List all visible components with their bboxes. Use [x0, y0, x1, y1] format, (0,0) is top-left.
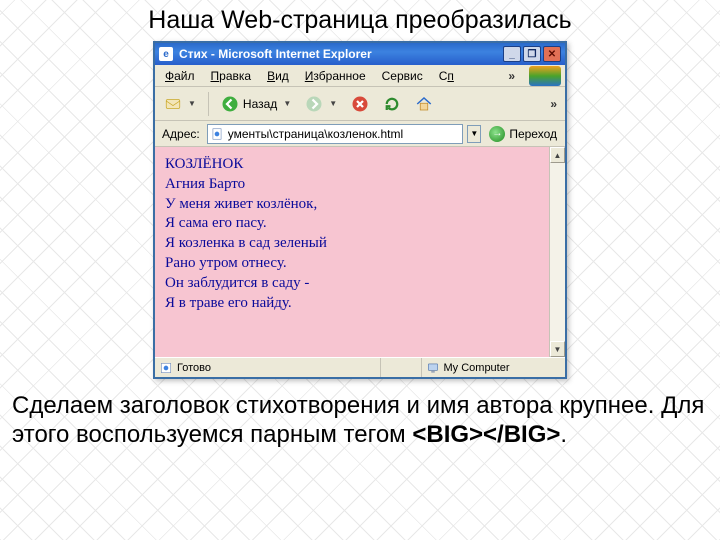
scroll-down-button[interactable]: ▼ — [550, 341, 565, 357]
menu-tools-label: ервис — [390, 69, 422, 83]
refresh-button[interactable] — [378, 91, 406, 117]
big-tag-example: <BIG></BIG> — [412, 421, 560, 448]
menu-favorites[interactable]: Избранное — [299, 67, 372, 85]
scroll-track[interactable] — [550, 163, 565, 341]
close-button[interactable]: ✕ — [543, 46, 561, 62]
minimize-button[interactable]: _ — [503, 46, 521, 62]
vertical-scrollbar[interactable]: ▲ ▼ — [549, 147, 565, 357]
menu-view-label: ид — [275, 69, 289, 83]
go-label: Переход — [509, 127, 557, 141]
stop-icon — [351, 95, 369, 113]
page-content: КОЗЛЁНОК Агния Барто У меня живет козлён… — [155, 147, 549, 357]
explainer-text: Сделаем заголовок стихотворения и имя ав… — [0, 387, 720, 450]
menu-file-label: айл — [174, 69, 194, 83]
window-title: Стих - Microsoft Internet Explorer — [179, 47, 497, 61]
home-icon — [415, 95, 433, 113]
address-bar: Адрес: ументы\страница\козленок.html ▼ →… — [155, 121, 565, 147]
mail-button[interactable]: ▼ — [159, 91, 201, 117]
menu-favorites-label: збранное — [313, 69, 365, 83]
my-computer-icon — [426, 361, 440, 375]
poem-line: Я козленка в сад зеленый — [165, 234, 539, 254]
done-icon — [159, 361, 173, 375]
home-button[interactable] — [410, 91, 438, 117]
html-doc-icon — [210, 127, 224, 141]
back-label: Назад — [243, 97, 277, 111]
address-value: ументы\страница\козленок.html — [228, 127, 461, 141]
mail-icon — [164, 95, 182, 113]
ie-window: e Стих - Microsoft Internet Explorer _ ❐… — [153, 41, 567, 379]
restore-button[interactable]: ❐ — [523, 46, 541, 62]
menu-help-cut[interactable]: Сп — [433, 67, 460, 85]
address-label: Адрес: — [159, 127, 203, 141]
page-viewport: КОЗЛЁНОК Агния Барто У меня живет козлён… — [155, 147, 565, 357]
menu-tools[interactable]: Сервис — [376, 67, 429, 85]
go-button[interactable]: → Переход — [485, 126, 561, 142]
menu-edit[interactable]: Правка — [205, 67, 258, 85]
ie-app-icon: e — [159, 47, 173, 61]
refresh-icon — [383, 95, 401, 113]
stop-button[interactable] — [346, 91, 374, 117]
poem-title: КОЗЛЁНОК — [165, 155, 539, 175]
poem-line: Я в траве его найду. — [165, 294, 539, 314]
window-titlebar[interactable]: e Стих - Microsoft Internet Explorer _ ❐… — [155, 43, 565, 65]
windows-logo-icon — [529, 66, 561, 86]
go-arrow-icon: → — [489, 126, 505, 142]
menubar: Файл Правка Вид Избранное Сервис Сп » — [155, 65, 565, 87]
page-heading: Наша Web-страница преобразилась — [90, 0, 630, 39]
poem-line: Я сама его пасу. — [165, 214, 539, 234]
back-arrow-icon — [221, 95, 239, 113]
address-dropdown[interactable]: ▼ — [467, 125, 481, 143]
zone-label: My Computer — [444, 362, 510, 374]
menu-edit-label: равка — [219, 69, 251, 83]
menu-file[interactable]: Файл — [159, 67, 201, 85]
status-bar: Готово My Computer — [155, 357, 565, 377]
toolbar: ▼ Назад ▼ ▼ — [155, 87, 565, 121]
scroll-up-button[interactable]: ▲ — [550, 147, 565, 163]
menu-view[interactable]: Вид — [261, 67, 295, 85]
poem-author: Агния Барто — [165, 175, 539, 195]
forward-button[interactable]: ▼ — [300, 91, 342, 117]
forward-arrow-icon — [305, 95, 323, 113]
poem-line: Он заблудится в саду - — [165, 274, 539, 294]
address-field[interactable]: ументы\страница\козленок.html — [207, 124, 464, 144]
poem-line: Рано утром отнесу. — [165, 254, 539, 274]
back-button[interactable]: Назад ▼ — [216, 91, 296, 117]
poem-line: У меня живет козлёнок, — [165, 195, 539, 215]
menu-overflow[interactable]: » — [504, 69, 519, 83]
toolbar-overflow[interactable]: » — [546, 97, 561, 111]
status-text: Готово — [177, 362, 211, 374]
